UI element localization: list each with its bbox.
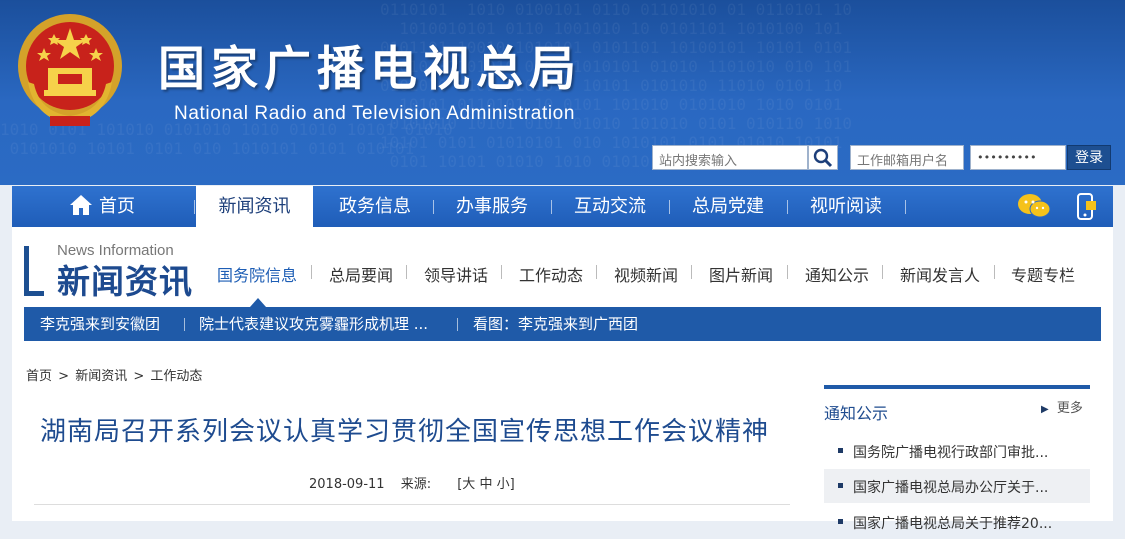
article-source-label: 来源: (400, 477, 432, 492)
nav-item-media[interactable]: 视听阅读 (791, 186, 901, 227)
sidebar-title: 通知公示 (824, 404, 889, 423)
nav-divider (905, 200, 906, 214)
home-icon (70, 195, 92, 215)
nav-item-party[interactable]: 总局党建 (673, 186, 783, 227)
font-size-switcher[interactable]: [大 中 小] (457, 477, 514, 492)
nav-divider (433, 200, 434, 214)
article-title: 湖南局召开系列会议认真学习贯彻全国宣传思想工作会议精神 (40, 417, 770, 447)
breadcrumb-item[interactable]: 新闻资讯 (75, 369, 127, 384)
section-marker (24, 291, 44, 296)
headline-ticker: 李克强来到安徽团 院士代表建议攻克雾霾形成机理 ... 看图：李克强来到广西团 (24, 307, 1101, 341)
subnav-divider (994, 265, 995, 279)
section-marker (24, 246, 29, 296)
subnav-state-council[interactable]: 国务院信息 (217, 262, 297, 286)
breadcrumb-separator: > (133, 369, 145, 384)
nav-item-news[interactable]: 新闻资讯 (196, 186, 313, 227)
password-field[interactable]: ••••••••• (970, 145, 1066, 170)
mobile-icon[interactable] (1074, 192, 1100, 222)
site-title: 国家广播电视总局 (158, 42, 582, 97)
subnav-photo-news[interactable]: 图片新闻 (709, 262, 773, 286)
subnav-bureau-news[interactable]: 总局要闻 (329, 262, 393, 286)
nav-divider (194, 200, 195, 214)
active-indicator (250, 298, 266, 307)
more-label: 更多 (1056, 401, 1083, 416)
nav-item-services[interactable]: 办事服务 (437, 186, 547, 227)
nav-label: 首页 (99, 196, 135, 217)
list-item[interactable]: 国务院广播电视行政部门审批... (824, 434, 1090, 468)
triangle-right-icon: ▶ (1041, 404, 1049, 415)
subnav-divider (691, 265, 692, 279)
search-button[interactable] (808, 145, 838, 170)
site-header: 0110101 1010 0100101 0110 01101010 01 01… (0, 0, 1125, 185)
search-icon (813, 148, 833, 168)
subnav-leader-speech[interactable]: 领导讲话 (424, 262, 488, 286)
search-input[interactable]: 站内搜索输入 (652, 145, 808, 170)
subnav-special-topics[interactable]: 专题专栏 (1011, 262, 1075, 286)
nav-item-interaction[interactable]: 互动交流 (555, 186, 665, 227)
subnav-video-news[interactable]: 视频新闻 (614, 262, 678, 286)
email-field[interactable]: 工作邮箱用户名 (850, 145, 964, 170)
list-item-text: 国务院广播电视行政部门审批... (853, 445, 1049, 461)
nav-divider (787, 200, 788, 214)
subnav-divider (882, 265, 883, 279)
bullet-icon (838, 448, 843, 453)
subnav-divider (596, 265, 597, 279)
article-meta: 2018-09-11 来源: [大 中 小] (309, 473, 515, 492)
ticker-item[interactable]: 看图：李克强来到广西团 (473, 307, 638, 341)
nav-divider (669, 200, 670, 214)
list-item[interactable]: 国家广播电视总局办公厅关于... (824, 469, 1090, 503)
ticker-item[interactable]: 院士代表建议攻克雾霾形成机理 ... (199, 307, 428, 341)
ticker-divider (184, 318, 185, 331)
subnav-notices[interactable]: 通知公示 (805, 262, 869, 286)
login-button[interactable]: 登录 (1067, 145, 1111, 170)
sidebar-more-link[interactable]: ▶ 更多 (1041, 397, 1083, 416)
list-item-text: 国家广播电视总局关于推荐20... (853, 516, 1053, 532)
subnav-divider (501, 265, 502, 279)
list-item-text: 国家广播电视总局办公厅关于... (853, 480, 1049, 496)
wechat-icon[interactable] (1016, 192, 1052, 220)
breadcrumb-item[interactable]: 工作动态 (150, 369, 202, 384)
breadcrumb-separator: > (58, 369, 70, 384)
subnav-divider (787, 265, 788, 279)
bullet-icon (838, 519, 843, 524)
divider (34, 504, 790, 505)
ticker-divider (457, 318, 458, 331)
subnav-spokesperson[interactable]: 新闻发言人 (900, 262, 980, 286)
main-nav: 首页 新闻资讯 政务信息 办事服务 互动交流 总局党建 视听阅读 (12, 186, 1113, 227)
subnav-divider (406, 265, 407, 279)
subnav-work-updates[interactable]: 工作动态 (519, 262, 583, 286)
breadcrumb-item[interactable]: 首页 (26, 369, 52, 384)
ticker-item[interactable]: 李克强来到安徽团 (40, 307, 160, 341)
section-label-cn: 新闻资讯 (57, 262, 193, 301)
site-subtitle: National Radio and Television Administra… (174, 103, 575, 124)
list-item[interactable]: 国家广播电视总局关于推荐20... (824, 505, 1090, 539)
nav-divider (551, 200, 552, 214)
nav-item-government[interactable]: 政务信息 (320, 186, 430, 227)
article-date: 2018-09-11 (309, 477, 385, 492)
subnav-divider (311, 265, 312, 279)
breadcrumb: 首页 > 新闻资讯 > 工作动态 (25, 365, 203, 384)
national-emblem-icon (18, 14, 122, 126)
bullet-icon (838, 483, 843, 488)
nav-item-home[interactable]: 首页 (52, 186, 152, 227)
